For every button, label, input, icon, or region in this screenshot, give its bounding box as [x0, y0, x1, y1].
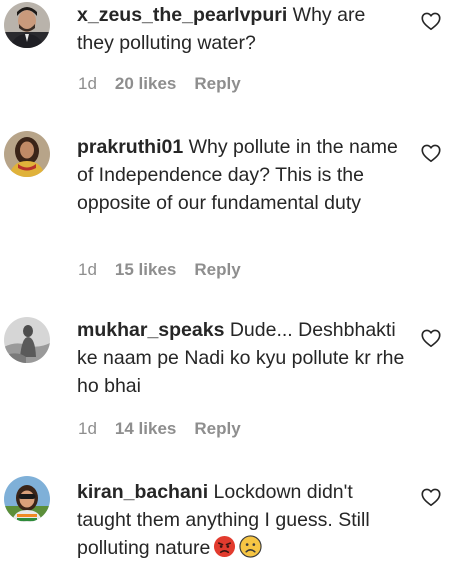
- heart-outline-icon[interactable]: [420, 486, 442, 508]
- comment-meta: 1d 15 likes Reply: [78, 260, 241, 280]
- comment-time: 1d: [78, 74, 97, 93]
- comment-text: mukhar_speaks Dude... Deshbhakti ke naam…: [77, 316, 407, 400]
- avatar[interactable]: [4, 2, 50, 48]
- comment-meta: 1d 14 likes Reply: [78, 419, 241, 439]
- comment-meta: 1d 20 likes Reply: [78, 74, 241, 94]
- avatar[interactable]: [4, 476, 50, 522]
- comment-likes[interactable]: 15 likes: [115, 260, 176, 279]
- comment-username[interactable]: kiran_bachani: [77, 481, 208, 503]
- avatar[interactable]: [4, 317, 50, 363]
- frowning-face-emoji: [239, 535, 262, 558]
- comment-username[interactable]: mukhar_speaks: [77, 319, 224, 341]
- reply-button[interactable]: Reply: [194, 260, 240, 279]
- heart-outline-icon[interactable]: [420, 10, 442, 32]
- comment-time: 1d: [78, 419, 97, 438]
- reply-button[interactable]: Reply: [194, 74, 240, 93]
- reply-button[interactable]: Reply: [194, 419, 240, 438]
- heart-outline-icon[interactable]: [420, 142, 442, 164]
- comment-username[interactable]: prakruthi01: [77, 136, 183, 158]
- comment-text: prakruthi01 Why pollute in the name of I…: [77, 133, 407, 217]
- heart-outline-icon[interactable]: [420, 327, 442, 349]
- comment-likes[interactable]: 20 likes: [115, 74, 176, 93]
- angry-face-emoji: [213, 535, 236, 558]
- avatar[interactable]: [4, 131, 50, 177]
- comment-username[interactable]: x_zeus_the_pearlvpuri: [77, 4, 287, 26]
- comment-likes[interactable]: 14 likes: [115, 419, 176, 438]
- comment-text: x_zeus_the_pearlvpuri Why are they pollu…: [77, 1, 407, 57]
- comment-text: kiran_bachani Lockdown didn't taught the…: [77, 478, 407, 562]
- comment-time: 1d: [78, 260, 97, 279]
